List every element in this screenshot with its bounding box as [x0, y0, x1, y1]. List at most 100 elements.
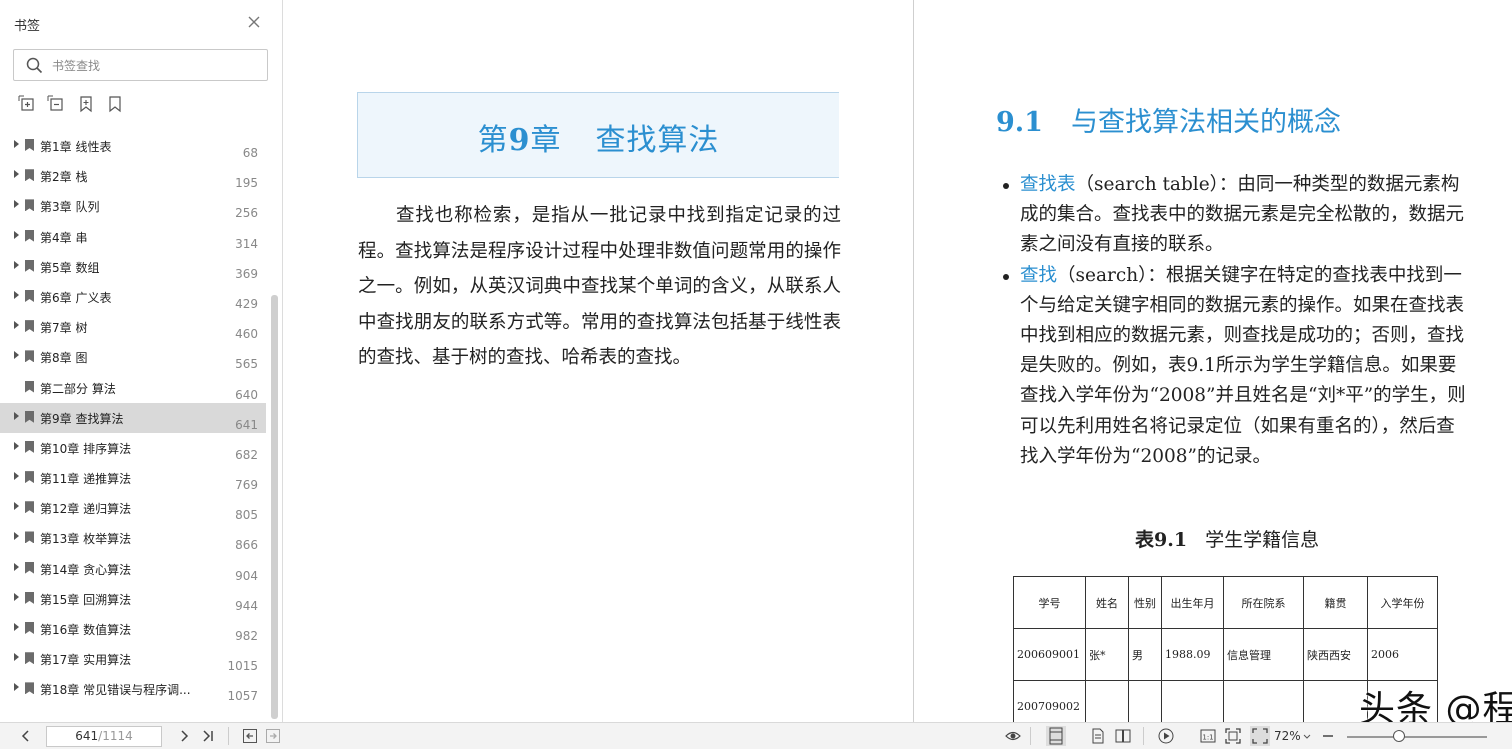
section-heading: 9.1 与查找算法相关的概念: [996, 100, 1341, 139]
close-icon[interactable]: [246, 14, 262, 30]
next-page-icon[interactable]: [176, 728, 192, 744]
play-icon[interactable]: [1158, 728, 1174, 744]
definition-text: （search table）：由同一种类型的数据元素构成的集合。查找表中的数据元…: [1020, 174, 1465, 256]
add-bookmark-icon[interactable]: [77, 95, 95, 113]
bookmark-item[interactable]: 第14章 贪心算法 904: [0, 554, 266, 584]
bookmark-item[interactable]: 第16章 数值算法 982: [0, 614, 266, 644]
bookmark-page-number: 256: [235, 206, 258, 221]
single-page-view-icon[interactable]: [1046, 726, 1066, 746]
bookmark-page-number: 805: [235, 508, 258, 523]
expand-arrow-icon[interactable]: [14, 592, 19, 601]
fit-width-icon[interactable]: [1250, 726, 1270, 746]
bookmark-label: 第9章 查找算法: [40, 411, 124, 426]
pdf-reader-window: 书签 书签查找 第1章 线性表 68 第2章 栈 195 第3章 队列 256 …: [0, 0, 1512, 749]
bookmark-item[interactable]: 第6章 广义表 429: [0, 282, 266, 312]
back-icon[interactable]: [242, 728, 258, 744]
table-cell: 1988.09: [1161, 628, 1224, 681]
actual-size-icon[interactable]: 1:1: [1200, 728, 1216, 744]
chapter-prefix: 第: [477, 123, 509, 158]
expand-arrow-icon[interactable]: [14, 472, 19, 481]
eye-icon[interactable]: [1005, 728, 1021, 744]
bookmark-item[interactable]: 第10章 排序算法 682: [0, 433, 266, 463]
expand-arrow-icon[interactable]: [14, 623, 19, 631]
bookmark-label: 第7章 树: [40, 321, 88, 336]
bookmark-label: 第3章 队列: [40, 200, 100, 215]
definition-item: 查找（search）：根据关键字在特定的查找表中找到一个与给定关键字相同的数据元…: [1000, 261, 1470, 472]
collapse-all-icon[interactable]: [47, 95, 65, 113]
zoom-slider[interactable]: [1347, 736, 1487, 738]
bookmark-label: 第13章 枚举算法: [40, 532, 132, 547]
bookmark-item[interactable]: 第15章 回溯算法 944: [0, 584, 266, 614]
section-number: 9.1: [996, 107, 1043, 138]
zoom-out-icon[interactable]: [1322, 728, 1334, 744]
definition-term: 查找: [1020, 264, 1058, 286]
bookmark-label: 第2章 栈: [40, 170, 88, 185]
bookmark-icon: [25, 410, 34, 423]
bookmark-item[interactable]: 第13章 枚举算法 866: [0, 523, 266, 553]
bookmark-item[interactable]: 第8章 图 565: [0, 342, 266, 372]
expand-arrow-icon[interactable]: [14, 683, 19, 692]
bookmark-search-input[interactable]: [52, 56, 252, 76]
expand-arrow-icon[interactable]: [14, 411, 19, 420]
bookmark-icon: [25, 139, 34, 151]
bookmark-page-number: 982: [235, 629, 258, 643]
bookmark-item[interactable]: 第1章 线性表 68: [0, 131, 266, 161]
bookmark-item[interactable]: 第5章 数组 369: [0, 252, 266, 282]
table-header-row: 学号 姓名 性别 出生年月 所在院系 籍贯 入学年份: [1013, 576, 1438, 629]
page-number-input[interactable]: 641/1114: [46, 726, 162, 747]
bookmark-item[interactable]: 第9章 查找算法 641: [0, 402, 266, 433]
bookmark-page-number: 641: [235, 417, 258, 432]
sidebar-scrollbar[interactable]: [271, 295, 278, 719]
expand-arrow-icon[interactable]: [14, 260, 19, 269]
bookmark-label: 第二部分 算法: [40, 381, 116, 396]
expand-arrow-icon[interactable]: [14, 441, 19, 450]
bookmark-item[interactable]: 第18章 常见错误与程序调... 1057: [0, 674, 266, 704]
bookmark-label: 第15章 回溯算法: [40, 592, 132, 607]
bookmark-label: 第1章 线性表: [40, 140, 112, 154]
table-cell: 张*: [1085, 628, 1129, 681]
bookmark-item[interactable]: 第17章 实用算法 1015: [0, 644, 266, 674]
expand-arrow-icon[interactable]: [14, 351, 19, 360]
table-header-cell: 性别: [1128, 576, 1162, 629]
prev-page-icon[interactable]: [18, 728, 34, 744]
bookmark-page-number: 195: [235, 176, 258, 191]
forward-icon[interactable]: [265, 728, 281, 744]
bookmark-item[interactable]: 第7章 树 460: [0, 312, 266, 342]
bookmark-item[interactable]: 第11章 递推算法 769: [0, 463, 266, 493]
bookmark-page-number: 640: [235, 387, 258, 402]
bookmark-icon: [25, 471, 34, 484]
bookmark-item[interactable]: 第3章 队列 256: [0, 191, 266, 221]
expand-arrow-icon[interactable]: [14, 140, 19, 148]
expand-arrow-icon[interactable]: [14, 532, 19, 541]
expand-arrow-icon[interactable]: [14, 502, 19, 511]
expand-arrow-icon[interactable]: [14, 170, 19, 179]
zoom-level[interactable]: 72%: [1274, 729, 1301, 743]
expand-arrow-icon[interactable]: [14, 653, 19, 662]
expand-arrow-icon[interactable]: [14, 230, 19, 239]
bookmark-item[interactable]: 第4章 串 314: [0, 222, 266, 252]
bookmark-search-box[interactable]: [13, 49, 268, 81]
zoom-slider-handle[interactable]: [1393, 730, 1405, 742]
last-page-icon[interactable]: [200, 728, 216, 744]
table-cell: [1223, 680, 1304, 722]
chapter-suffix: 章: [530, 123, 562, 158]
bookmark-icon: [25, 682, 34, 695]
table-cell: [1128, 680, 1162, 722]
expand-arrow-icon[interactable]: [14, 290, 19, 299]
chapter-intro-paragraph: 查找也称检索，是指从一批记录中找到指定记录的过程。查找算法是程序设计过程中处理非…: [358, 205, 841, 368]
page-view-icon[interactable]: [1090, 728, 1106, 744]
chevron-down-icon[interactable]: [1302, 728, 1312, 744]
bookmark-label: 第17章 实用算法: [40, 653, 132, 668]
bookmark-icon: [25, 622, 34, 634]
bookmark-item[interactable]: 第2章 栈 195: [0, 161, 266, 191]
bookmark-item[interactable]: 第12章 递归算法 805: [0, 493, 266, 523]
expand-all-icon[interactable]: [18, 95, 36, 113]
expand-arrow-icon[interactable]: [14, 562, 19, 571]
expand-arrow-icon[interactable]: [14, 321, 19, 330]
book-view-icon[interactable]: [1115, 728, 1131, 744]
expand-arrow-icon[interactable]: [14, 200, 19, 209]
bookmark-item[interactable]: 第二部分 算法 640: [0, 373, 266, 403]
fit-page-icon[interactable]: [1225, 728, 1241, 744]
search-icon: [26, 57, 43, 74]
bookmark-icon[interactable]: [106, 95, 124, 113]
